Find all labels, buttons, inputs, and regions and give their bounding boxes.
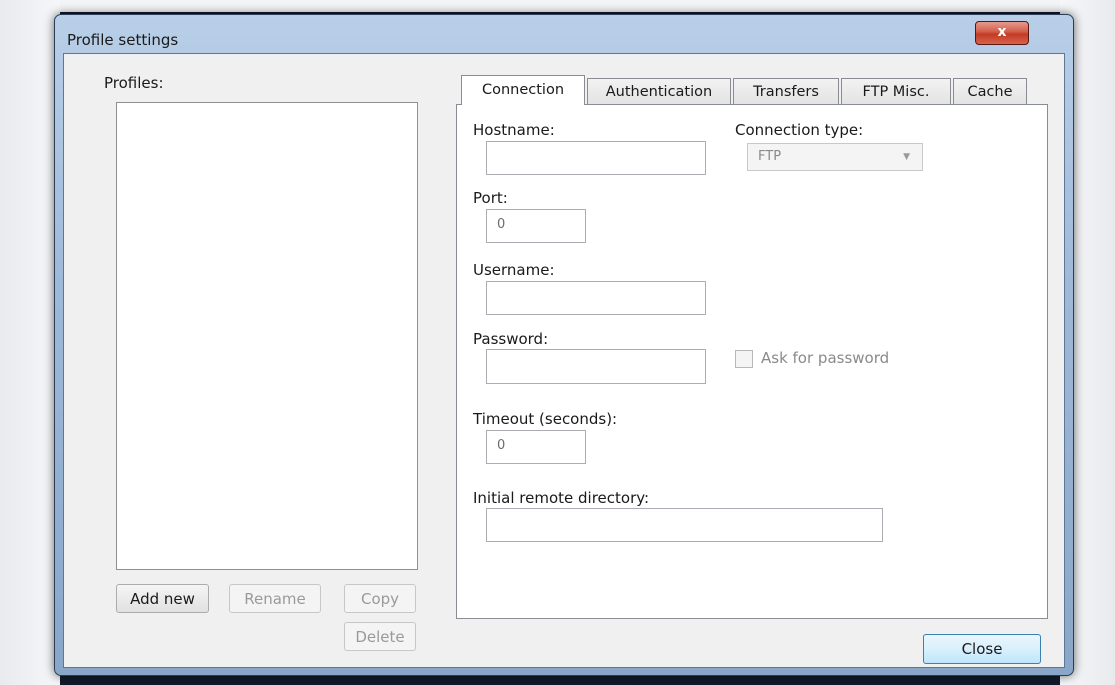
hostname-label: Hostname: [473,121,555,139]
window-close-button[interactable]: x [975,21,1029,45]
username-input[interactable] [486,281,706,315]
tab-connection[interactable]: Connection [461,75,585,105]
profiles-list[interactable] [116,102,418,570]
copy-button[interactable]: Copy [344,584,416,613]
chevron-down-icon: ▼ [903,152,910,162]
window-title: Profile settings [67,31,179,49]
close-button[interactable]: Close [923,634,1041,664]
ask-for-password-label: Ask for password [761,349,890,367]
delete-button[interactable]: Delete [344,622,416,651]
dialog-client-area: Profiles: Add new Rename Copy Delete Con… [63,53,1065,668]
connection-type-select[interactable]: FTP ▼ [747,143,923,171]
initial-remote-directory-label: Initial remote directory: [473,489,650,507]
connection-type-label: Connection type: [735,121,864,139]
connection-tab-panel: Hostname: Connection type: FTP ▼ Port: 0… [456,104,1048,619]
profile-settings-window: Profile settings x Profiles: Add new Ren… [54,14,1074,676]
tab-transfers[interactable]: Transfers [733,78,839,104]
connection-type-value: FTP [758,149,782,164]
profiles-label: Profiles: [104,74,164,92]
tab-cache[interactable]: Cache [953,78,1027,104]
rename-button[interactable]: Rename [229,584,321,613]
timeout-input[interactable]: 0 [486,430,586,464]
timeout-label: Timeout (seconds): [473,410,618,428]
ask-for-password-checkbox[interactable] [735,350,753,368]
add-new-button[interactable]: Add new [116,584,209,613]
password-label: Password: [473,330,549,348]
desktop-left [0,0,60,685]
password-input[interactable] [486,349,706,384]
username-label: Username: [473,261,555,279]
initial-remote-directory-input[interactable] [486,508,883,542]
tab-authentication[interactable]: Authentication [587,78,731,104]
close-icon: x [997,24,1007,40]
desktop-top [0,0,1115,12]
port-label: Port: [473,189,508,207]
tab-ftp-misc[interactable]: FTP Misc. [841,78,951,104]
port-input[interactable]: 0 [486,209,586,243]
hostname-input[interactable] [486,141,706,175]
